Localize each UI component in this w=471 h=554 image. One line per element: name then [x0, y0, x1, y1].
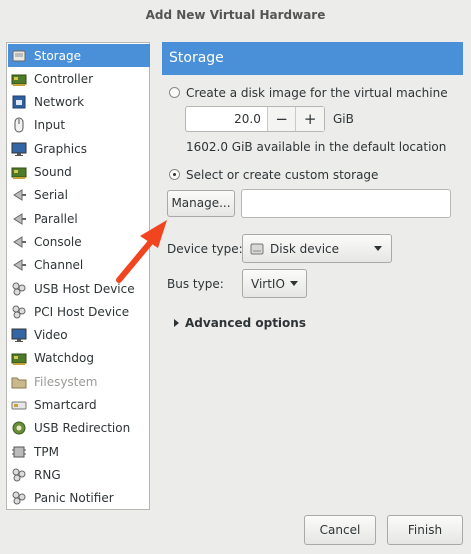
- disk-device-icon: [250, 243, 264, 254]
- decrease-button[interactable]: −: [266, 107, 296, 131]
- cancel-button[interactable]: Cancel: [304, 515, 376, 545]
- sidebar-item-label: Sound: [34, 165, 72, 179]
- smartcard-icon: [11, 397, 27, 413]
- create-disk-radio[interactable]: [169, 87, 180, 98]
- advanced-options-expander[interactable]: Advanced options: [185, 316, 306, 330]
- window-title: Add New Virtual Hardware: [145, 8, 326, 22]
- sidebar-item-label: Video: [34, 328, 68, 343]
- sidebar-item-label: Watchdog: [34, 351, 94, 366]
- usb-redirection-icon: [11, 420, 27, 436]
- sidebar-item-label: Serial: [34, 188, 68, 203]
- storage-path-input[interactable]: [241, 189, 451, 218]
- bus-type-combo[interactable]: VirtIO: [242, 269, 307, 298]
- disk-size-value[interactable]: 20.0: [186, 107, 267, 131]
- tpm-chip-icon: [11, 444, 27, 460]
- sidebar-item-rng[interactable]: RNG: [8, 463, 150, 486]
- bus-type-value: VirtIO: [251, 276, 285, 291]
- sidebar-item-smartcard[interactable]: Smartcard: [8, 394, 150, 417]
- sidebar-item-filesystem[interactable]: Filesystem: [8, 370, 150, 393]
- panic-notifier-icon: [11, 490, 27, 506]
- section-header: Storage: [162, 42, 463, 75]
- expander-arrow-icon[interactable]: [174, 319, 179, 327]
- network-icon: [11, 94, 27, 110]
- usb-host-icon: [11, 281, 27, 297]
- sidebar-item-label: USB Redirection: [34, 421, 131, 436]
- sidebar-item-label: TPM: [34, 444, 59, 459]
- rng-icon: [11, 467, 27, 483]
- sidebar-item-label: Controller: [34, 71, 94, 86]
- parallel-plug-icon: [11, 211, 27, 227]
- disk-size-spinner[interactable]: 20.0 − +: [185, 106, 325, 132]
- device-type-combo[interactable]: Disk device: [242, 234, 392, 263]
- sidebar-item-label: Console: [34, 234, 82, 249]
- sidebar-item-usb-redirection[interactable]: USB Redirection: [8, 417, 150, 440]
- available-space-text: 1602.0 GiB available in the default loca…: [186, 140, 447, 154]
- sidebar-item-label: Storage: [34, 48, 81, 63]
- sidebar-item-network[interactable]: Network: [8, 91, 150, 114]
- sidebar-item-video[interactable]: Video: [8, 324, 150, 347]
- sidebar-item-input[interactable]: Input: [8, 114, 150, 137]
- sidebar-item-label: Graphics: [34, 141, 87, 156]
- folder-icon: [11, 374, 27, 390]
- sidebar-item-label: PCI Host Device: [34, 304, 130, 319]
- sidebar-item-sound[interactable]: Sound: [8, 161, 150, 184]
- serial-plug-icon: [11, 187, 27, 203]
- sound-card-icon: [11, 164, 27, 180]
- device-type-value: Disk device: [270, 241, 340, 256]
- sidebar-item-watchdog[interactable]: Watchdog: [8, 347, 150, 370]
- sidebar-item-storage[interactable]: Storage: [8, 44, 150, 67]
- sidebar-item-serial[interactable]: Serial: [8, 184, 150, 207]
- sidebar-item-pci-host-device[interactable]: PCI Host Device: [8, 300, 150, 323]
- channel-plug-icon: [11, 257, 27, 273]
- increase-button[interactable]: +: [295, 107, 324, 131]
- video-monitor-icon: [11, 327, 27, 343]
- sidebar-item-label: Smartcard: [34, 398, 97, 412]
- sidebar-item-controller[interactable]: Controller: [8, 67, 150, 90]
- disk-size-unit: GiB: [333, 112, 354, 126]
- annotation-arrow-icon: [116, 220, 167, 283]
- mouse-icon: [11, 117, 27, 133]
- controller-icon: [11, 71, 27, 87]
- sidebar-item-label: Network: [34, 95, 85, 110]
- storage-icon: [11, 48, 27, 64]
- pci-host-icon: [11, 304, 27, 320]
- sidebar-item-label: Parallel: [34, 211, 78, 226]
- sidebar-item-panic-notifier[interactable]: Panic Notifier: [8, 487, 150, 510]
- console-plug-icon: [11, 234, 27, 250]
- chevron-down-icon: [290, 281, 298, 286]
- bus-type-label: Bus type:: [167, 277, 224, 291]
- sidebar-item-label: Channel: [34, 258, 84, 273]
- finish-button[interactable]: Finish: [387, 515, 463, 545]
- create-disk-label[interactable]: Create a disk image for the virtual mach…: [186, 86, 448, 100]
- sidebar-item-label: RNG: [34, 467, 61, 482]
- sidebar-item-label: Panic Notifier: [34, 491, 114, 506]
- sidebar-item-graphics[interactable]: Graphics: [8, 137, 150, 160]
- custom-storage-label[interactable]: Select or create custom storage: [186, 168, 378, 182]
- sidebar-item-label: Filesystem: [34, 374, 98, 389]
- sidebar-item-tpm[interactable]: TPM: [8, 440, 150, 463]
- custom-storage-radio[interactable]: [169, 169, 180, 180]
- sidebar-item-label: Input: [34, 118, 66, 133]
- monitor-icon: [11, 141, 27, 157]
- device-type-label: Device type:: [167, 242, 243, 256]
- watchdog-icon: [11, 350, 27, 366]
- chevron-down-icon: [374, 246, 382, 251]
- manage-button[interactable]: Manage...: [167, 190, 235, 217]
